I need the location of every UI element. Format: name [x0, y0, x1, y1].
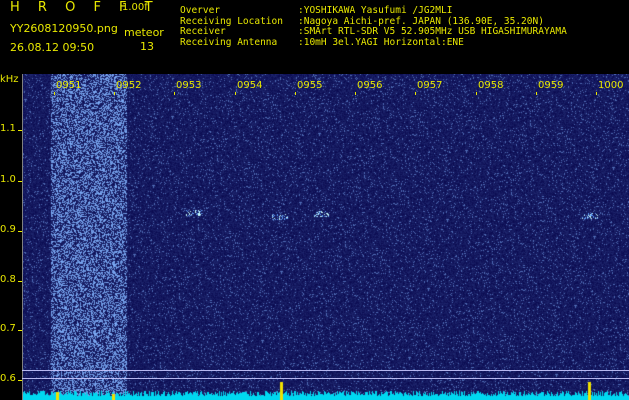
info-key: Overver	[180, 5, 221, 16]
x-tick-label: 0955	[297, 80, 323, 91]
y-tick-label: 1.0	[0, 174, 16, 185]
info-key: Receiver	[180, 26, 226, 37]
x-tick-label: 0958	[478, 80, 504, 91]
info-row-antenna: Receiving Antenna :10mH 3el.YAGI Horizont…	[180, 36, 567, 49]
y-tick-label: 1.1	[0, 123, 16, 134]
info-key: Receiving Antenna	[180, 36, 278, 48]
y-tick-mark	[18, 231, 22, 232]
y-axis-line	[22, 74, 23, 400]
meteor-count: 13	[140, 40, 154, 53]
info-value: :10mH 3el.YAGI Horizontal:ENE	[298, 36, 464, 48]
y-tick-mark	[18, 130, 22, 131]
x-tick-mark	[355, 92, 356, 95]
x-tick-label: 0952	[116, 80, 142, 91]
info-value: :Nagoya Aichi-pref. JAPAN (136.90E, 35.2…	[298, 15, 544, 27]
y-tick-label: 0.7	[0, 323, 16, 334]
file-name: YY2608120950.png	[10, 22, 118, 35]
spectrogram-canvas	[22, 74, 629, 400]
y-tick-label: 0.6	[0, 373, 16, 384]
x-tick-label: 0953	[176, 80, 202, 91]
x-tick-label: 0951	[56, 80, 82, 91]
y-tick-mark	[18, 330, 22, 331]
x-tick-mark	[114, 92, 115, 95]
y-tick-label: 0.9	[0, 224, 16, 235]
x-tick-label: 0957	[417, 80, 443, 91]
x-tick-mark	[235, 92, 236, 95]
x-tick-label: 0956	[357, 80, 383, 91]
y-tick-mark	[18, 380, 22, 381]
y-axis-unit: kHz	[0, 74, 19, 85]
date-time: 26.08.12 09:50	[10, 41, 95, 54]
x-tick-mark	[415, 92, 416, 95]
x-tick-mark	[295, 92, 296, 95]
x-tick-mark	[536, 92, 537, 95]
y-tick-mark	[18, 281, 22, 282]
info-value: :YOSHIKAWA Yasufumi /JG2MLI	[298, 5, 453, 16]
app-version: 1.00f	[122, 2, 148, 13]
info-value: :SMArt RTL-SDR V5 52.905MHz USB HIGASHIM…	[298, 26, 567, 37]
meteor-label: meteor	[124, 26, 164, 39]
x-tick-label: 0959	[538, 80, 564, 91]
x-tick-mark	[174, 92, 175, 95]
station-info: Overver :YOSHIKAWA Yasufumi /JG2MLI Recei…	[180, 5, 567, 49]
reference-line	[22, 370, 629, 371]
header-panel: H R O F F T 1.00f YY2608120950.png 26.08…	[0, 0, 629, 70]
x-tick-mark	[596, 92, 597, 95]
y-tick-label: 0.8	[0, 274, 16, 285]
x-tick-mark	[54, 92, 55, 95]
reference-line	[22, 378, 629, 379]
x-tick-label: 1000	[598, 80, 624, 91]
x-tick-mark	[476, 92, 477, 95]
x-tick-label: 0954	[237, 80, 263, 91]
y-tick-mark	[18, 181, 22, 182]
